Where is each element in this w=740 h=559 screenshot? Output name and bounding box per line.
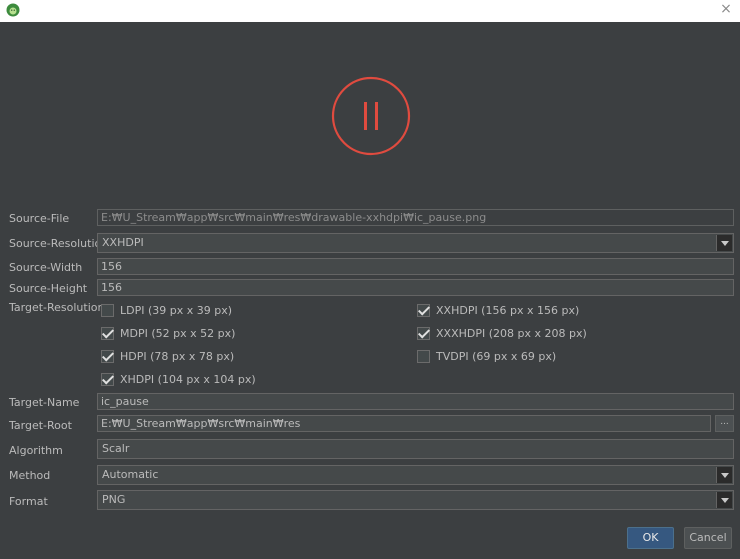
checkbox-xxhdpi-label: XXHDPI (156 px x 156 px) [436, 303, 580, 317]
checkbox-mdpi-box[interactable] [101, 326, 114, 340]
checkbox-hdpi-label: HDPI (78 px x 78 px) [120, 349, 235, 363]
checkbox-xxhdpi[interactable]: XXHDPI (156 px x 156 px) [417, 302, 579, 318]
checkbox-tvdpi-box[interactable] [417, 349, 430, 363]
close-icon[interactable]: × [718, 1, 734, 17]
source-width-label: Source-Width [9, 261, 83, 274]
cancel-button[interactable]: Cancel [684, 527, 732, 549]
checkbox-ldpi-box[interactable] [101, 303, 114, 317]
checkbox-xxhdpi-box[interactable] [417, 303, 430, 317]
target-root-field[interactable]: E:₩U_Stream₩app₩src₩main₩res [97, 415, 711, 432]
format-value: PNG [102, 493, 126, 506]
checkbox-hdpi-box[interactable] [101, 349, 114, 363]
checkbox-hdpi[interactable]: HDPI (78 px x 78 px) [101, 348, 234, 364]
checkbox-tvdpi-label: TVDPI (69 px x 69 px) [436, 349, 557, 363]
source-resolution-value: XXHDPI [102, 236, 144, 249]
checkbox-ldpi-label: LDPI (39 px x 39 px) [120, 303, 233, 317]
target-name-label: Target-Name [9, 396, 80, 409]
checkbox-xxxhdpi-label: XXXHDPI (208 px x 208 px) [436, 326, 587, 340]
checkbox-mdpi[interactable]: MDPI (52 px x 52 px) [101, 325, 235, 341]
checkbox-xxxhdpi-box[interactable] [417, 326, 430, 340]
chevron-down-icon[interactable] [716, 235, 732, 251]
chevron-down-icon[interactable] [716, 492, 732, 508]
source-file-label: Source-File [9, 212, 70, 225]
format-label: Format [9, 495, 48, 508]
algorithm-label: Algorithm [9, 444, 63, 457]
method-value: Automatic [102, 468, 159, 481]
checkbox-xhdpi-box[interactable] [101, 372, 114, 386]
source-resolution-select[interactable]: XXHDPI [97, 233, 734, 253]
target-name-field[interactable]: ic_pause [97, 393, 734, 410]
checkbox-mdpi-label: MDPI (52 px x 52 px) [120, 326, 236, 340]
algorithm-select[interactable]: Scalr [97, 439, 734, 459]
checkbox-tvdpi[interactable]: TVDPI (69 px x 69 px) [417, 348, 556, 364]
checkbox-xhdpi[interactable]: XHDPI (104 px x 104 px) [101, 371, 256, 387]
target-resolution-label: Target-Resolution [9, 301, 105, 314]
source-height-field[interactable]: 156 [97, 279, 734, 296]
checkbox-xxxhdpi[interactable]: XXXHDPI (208 px x 208 px) [417, 325, 587, 341]
checkbox-ldpi[interactable]: LDPI (39 px x 39 px) [101, 302, 232, 318]
ok-button[interactable]: OK [627, 527, 674, 549]
android-app-icon [6, 3, 20, 17]
chevron-down-icon[interactable] [716, 467, 732, 483]
browse-button[interactable]: ... [715, 415, 734, 432]
target-root-label: Target-Root [9, 419, 72, 432]
source-width-field[interactable]: 156 [97, 258, 734, 275]
checkbox-xhdpi-label: XHDPI (104 px x 104 px) [120, 372, 256, 386]
source-file-field: E:₩U_Stream₩app₩src₩main₩res₩drawable-xx… [97, 209, 734, 226]
source-height-label: Source-Height [9, 282, 88, 295]
method-label: Method [9, 469, 51, 482]
format-select[interactable]: PNG [97, 490, 734, 510]
source-resolution-label: Source-Resolution [9, 237, 109, 250]
title-bar: × [0, 0, 740, 22]
algorithm-value: Scalr [102, 442, 130, 455]
method-select[interactable]: Automatic [97, 465, 734, 485]
pause-icon [331, 76, 411, 156]
